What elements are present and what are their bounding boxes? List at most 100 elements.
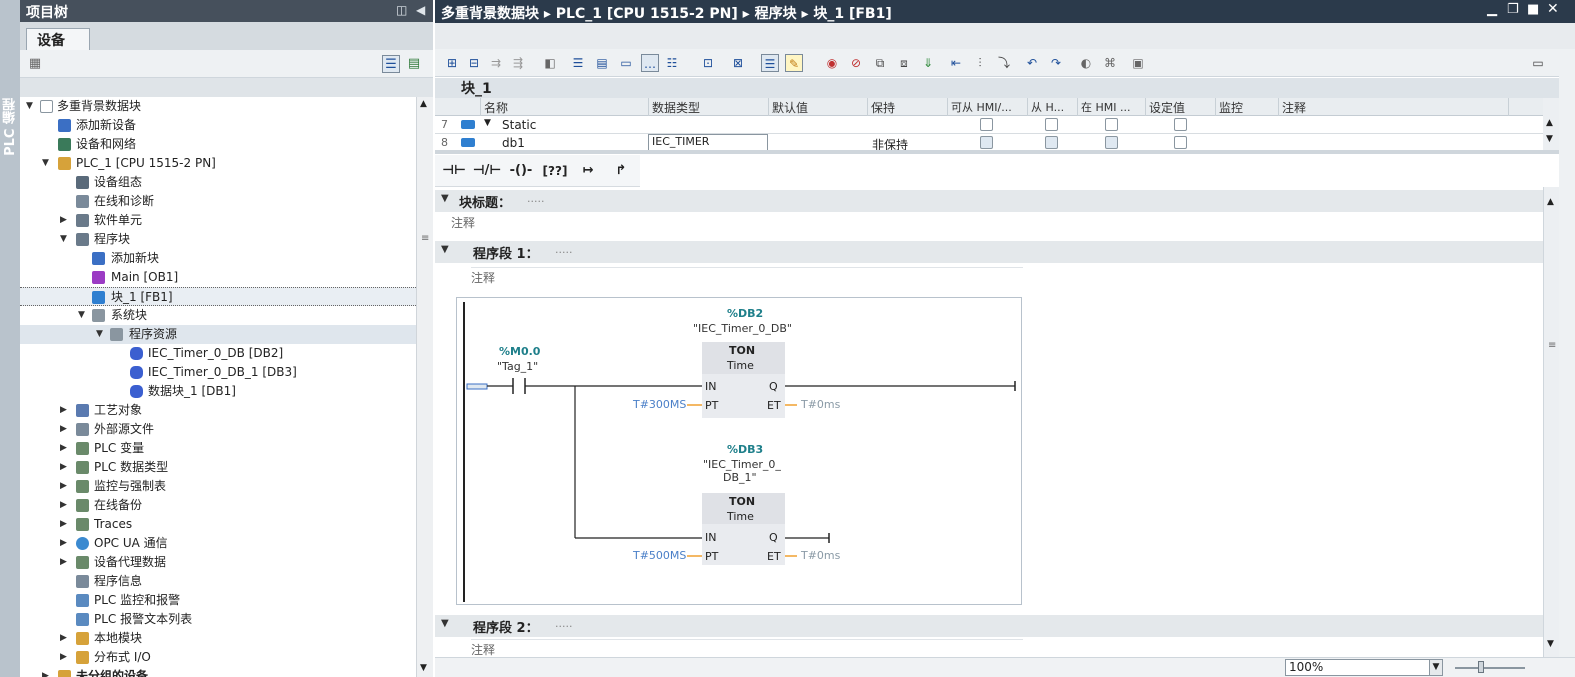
zoom-dropdown-icon[interactable]: ▼	[1429, 659, 1443, 676]
hmi-visible-checkbox[interactable]	[1105, 118, 1118, 131]
list-view-icon[interactable]: ☰	[761, 54, 779, 72]
column-header-hmi-access[interactable]: 可从 HMI/...	[951, 99, 1012, 115]
tree-item-plc-alarms[interactable]: PLC 监控和报警	[20, 591, 416, 610]
scroll-down-icon[interactable]: ▼	[1546, 134, 1553, 144]
tree-item-plc-tags[interactable]: ▶ PLC 变量	[20, 439, 416, 458]
close-branch-icon[interactable]: ↱	[606, 161, 636, 181]
tree-item-online-backups[interactable]: ▶ 在线备份	[20, 496, 416, 515]
tree-item-devices-networks[interactable]: 设备和网络	[20, 135, 416, 154]
hmi-write-checkbox[interactable]	[1045, 136, 1058, 149]
expand-arrow-icon[interactable]: ▶	[60, 401, 70, 420]
setpoint-checkbox[interactable]	[1174, 136, 1187, 149]
tree-item-alarm-text-lists[interactable]: PLC 报警文本列表	[20, 610, 416, 629]
expand-arrow-icon[interactable]: ▶	[60, 648, 70, 667]
expand-arrow-icon[interactable]: ▶	[60, 515, 70, 534]
insert-network-icon[interactable]: ⊞	[443, 54, 461, 72]
tree-item-plc1[interactable]: ▼ PLC_1 [CPU 1515-2 PN]	[20, 154, 416, 173]
network-2-comment[interactable]: 注释	[471, 641, 495, 658]
tree-scrollbar[interactable]: ▲ ≡ ▼	[416, 97, 433, 677]
table-row[interactable]: 7 ▼ Static	[435, 116, 1543, 134]
paste-icon[interactable]: ⧈	[895, 54, 913, 72]
undo-icon[interactable]: ↶	[1023, 54, 1041, 72]
data-type-field[interactable]: IEC_TIMER	[648, 134, 768, 150]
expand-arrow-icon[interactable]: ▶	[60, 211, 70, 230]
tree-item-software-units[interactable]: ▶ 软件单元	[20, 211, 416, 230]
timer1-type[interactable]: TON	[729, 344, 755, 357]
tree-item-plc-data-types[interactable]: ▶ PLC 数据类型	[20, 458, 416, 477]
tree-item-fb1[interactable]: 块_1 [FB1]	[20, 287, 416, 306]
tree-item-traces[interactable]: ▶ Traces	[20, 515, 416, 534]
row-name[interactable]: Static	[502, 118, 536, 132]
timer2-db-name-line1[interactable]: "IEC_Timer_0_	[703, 458, 781, 471]
network-1-title-placeholder[interactable]: .....	[555, 243, 572, 256]
scroll-down-icon[interactable]: ▼	[1547, 639, 1554, 649]
block-title-header[interactable]: ▼ 块标题： .....	[435, 190, 1543, 212]
copy-icon[interactable]: ⧉	[871, 54, 889, 72]
scroll-grip-icon[interactable]: ≡	[421, 233, 429, 244]
comments-icon[interactable]: …	[641, 54, 659, 72]
tree-item-local-modules[interactable]: ▶ 本地模块	[20, 629, 416, 648]
overview-icon[interactable]: ☰	[382, 55, 400, 73]
tree-item-db3[interactable]: IEC_Timer_0_DB_1 [DB3]	[20, 363, 416, 382]
expand-arrow-icon[interactable]: ▼	[60, 230, 70, 249]
expand-arrow-icon[interactable]: ▶	[60, 420, 70, 439]
panel-layout-icon[interactable]: ◫	[396, 3, 407, 17]
delete-breakpoint-icon[interactable]: ⊘	[847, 54, 865, 72]
column-header-data-type[interactable]: 数据类型	[652, 99, 700, 116]
zoom-slider[interactable]	[1455, 667, 1525, 669]
go-to-icon[interactable]: ⇤	[947, 54, 965, 72]
interface-scrollbar[interactable]: ▲ ▼	[1543, 98, 1559, 150]
expand-arrow-icon[interactable]: ▶	[60, 496, 70, 515]
tree-item-distributed-io[interactable]: ▶ 分布式 I/O	[20, 648, 416, 667]
scroll-up-icon[interactable]: ▲	[420, 99, 427, 109]
timer2-et-value[interactable]: T#0ms	[801, 549, 840, 562]
compile-icon[interactable]: ▤	[405, 55, 423, 73]
tree-item-external-sources[interactable]: ▶ 外部源文件	[20, 420, 416, 439]
tree-item-online-diag[interactable]: 在线和诊断	[20, 192, 416, 211]
favorites-icon[interactable]: ☷	[663, 54, 681, 72]
tree-item-program-info[interactable]: 程序信息	[20, 572, 416, 591]
clear-icon[interactable]: ◧	[541, 54, 559, 72]
highlight-icon[interactable]: ✎	[785, 54, 803, 72]
open-all-networks-icon[interactable]: ☰	[569, 54, 587, 72]
absolute-operands-icon[interactable]: ⊡	[699, 54, 717, 72]
network-comments-icon[interactable]: ▭	[617, 54, 635, 72]
expand-arrow-icon[interactable]: ▶	[60, 439, 70, 458]
tree-item-add-device[interactable]: 添加新设备	[20, 116, 416, 135]
column-header-retain[interactable]: 保持	[871, 99, 895, 116]
tree-item-db1[interactable]: 数据块_1 [DB1]	[20, 382, 416, 401]
table-row[interactable]: 8 db1 IEC_TIMER 非保持	[435, 134, 1543, 150]
setpoint-checkbox[interactable]	[1174, 118, 1187, 131]
tree-item-project[interactable]: ▼ 多重背景数据块	[20, 97, 416, 116]
timer2-db-address[interactable]: %DB3	[727, 443, 763, 456]
hmi-access-checkbox[interactable]	[980, 118, 993, 131]
scroll-down-icon[interactable]: ▼	[420, 663, 427, 673]
collapse-arrow-icon[interactable]: ▼	[441, 193, 449, 204]
panel-toggle-icon[interactable]: ▭	[1529, 54, 1547, 72]
column-header-hmi-visible[interactable]: 在 HMI ...	[1081, 99, 1131, 115]
expand-arrow-icon[interactable]: ▼	[42, 154, 52, 173]
close-all-networks-icon[interactable]: ▤	[593, 54, 611, 72]
timer1-et-value[interactable]: T#0ms	[801, 398, 840, 411]
plc-programming-side-tab[interactable]: PLC 编程	[0, 0, 20, 677]
block-comment[interactable]: 注释	[451, 214, 475, 231]
tree-item-device-proxy-data[interactable]: ▶ 设备代理数据	[20, 553, 416, 572]
expand-arrow-icon[interactable]: ▶	[60, 553, 70, 572]
tab-devices[interactable]: 设备	[26, 28, 90, 50]
tree-item-main-ob1[interactable]: Main [OB1]	[20, 268, 416, 287]
scroll-up-icon[interactable]: ▲	[1546, 118, 1553, 128]
coil-icon[interactable]: -()-	[506, 161, 536, 181]
empty-box-icon[interactable]: [??]	[540, 161, 570, 181]
network-1-comment[interactable]: 注释	[471, 269, 495, 286]
restore-icon[interactable]: ❐	[1507, 2, 1519, 17]
maximize-icon[interactable]: ■	[1527, 2, 1539, 17]
timer1-db-name[interactable]: "IEC_Timer_0_DB"	[693, 322, 792, 335]
network-1-header[interactable]: ▼ 程序段 1： .....	[435, 241, 1543, 263]
step-over-icon[interactable]: ⤵	[995, 54, 1013, 72]
delete-network-icon[interactable]: ⊟	[465, 54, 483, 72]
expand-arrow-icon[interactable]: ▼	[26, 97, 36, 116]
timer2-type[interactable]: TON	[729, 495, 755, 508]
tree-item-system-blocks[interactable]: ▼ 系统块	[20, 306, 416, 325]
download-icon[interactable]: ⇓	[919, 54, 937, 72]
memory-icon[interactable]: ▣	[1129, 54, 1147, 72]
